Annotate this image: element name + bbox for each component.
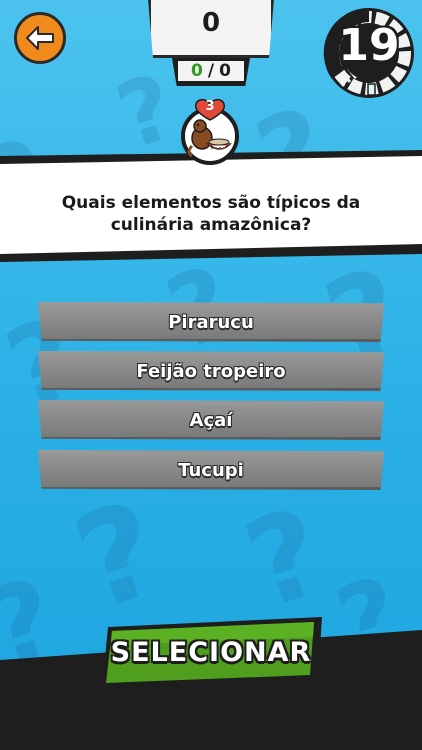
correct-count: 0 xyxy=(191,61,203,81)
answer-count-panel: 0 / 0 xyxy=(172,58,250,86)
question-mark-pattern: ? xyxy=(230,482,340,637)
answer-label: Tucupi xyxy=(178,459,244,481)
answer-count: 0 / 0 xyxy=(178,61,244,81)
answer-option-2[interactable]: Feijão tropeiro xyxy=(38,351,384,391)
question-mark-pattern: ? xyxy=(58,472,178,640)
count-separator: / xyxy=(207,61,215,81)
select-label: SELECIONAR xyxy=(110,637,312,668)
question-text: Quais elementos são típicos da culinária… xyxy=(61,193,361,235)
timer: 19 xyxy=(322,6,416,100)
category-badge: 3 xyxy=(178,96,242,166)
score-panel: 0 xyxy=(148,0,274,58)
total-count: 0 xyxy=(219,61,231,81)
answer-option-4[interactable]: Tucupi xyxy=(38,450,384,490)
answer-option-1[interactable]: Pirarucu xyxy=(38,302,384,342)
lives-count: 3 xyxy=(205,99,215,114)
answer-label: Pirarucu xyxy=(168,311,254,333)
select-button[interactable]: SELECIONAR xyxy=(100,617,322,689)
arrow-left-icon xyxy=(26,26,54,50)
answer-option-3[interactable]: Açaí xyxy=(38,400,384,440)
score-value: 0 xyxy=(201,8,221,38)
back-button[interactable] xyxy=(14,12,66,64)
answer-label: Feijão tropeiro xyxy=(136,360,286,382)
timer-value: 19 xyxy=(338,20,400,71)
answer-label: Açaí xyxy=(189,409,233,431)
